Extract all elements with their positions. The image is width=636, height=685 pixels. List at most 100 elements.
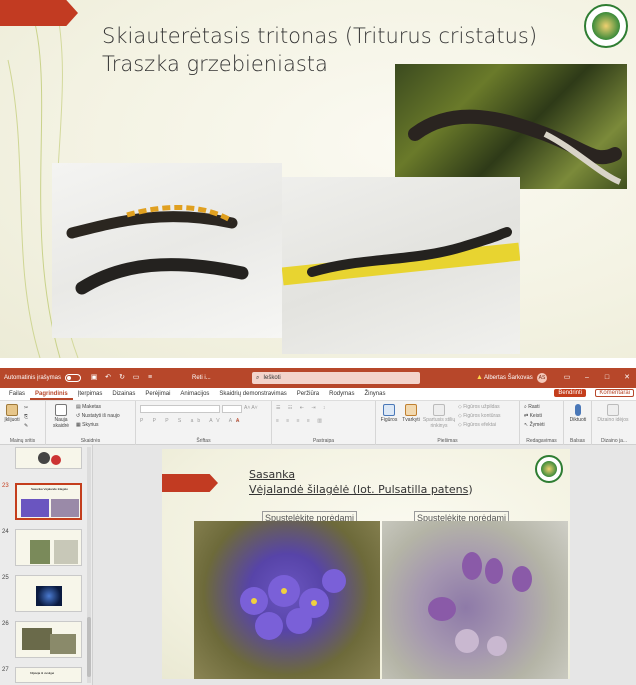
font-color-icon[interactable]: A	[236, 418, 239, 425]
ribbon-tabs: Failas Pagrindinis Įterpimas Dizainas Pe…	[0, 388, 636, 401]
ribbon-display-icon[interactable]: ▭	[560, 368, 574, 388]
user-name[interactable]: Albertas Šarkovas	[484, 368, 533, 388]
group-clipboard: Įklijuoti ✂ ⎘ ✎ Mainų sritis	[0, 401, 46, 445]
title-arrow-marker	[0, 0, 78, 26]
group-font: A˄ A˅ P P P S ab AV Aa A Šriftas	[136, 401, 272, 445]
group-label-slides: Skaidrės	[80, 438, 101, 444]
slide-thumbnail-22[interactable]	[15, 447, 82, 469]
autosave-label: Automatinis įrašymas	[4, 375, 62, 381]
slide-title-line2: Vėjalandė šilagėlė (lot.	[249, 483, 379, 496]
close-icon[interactable]: ✕	[620, 368, 634, 388]
slide-thumbnail-27[interactable]: Klijavija iš uviulgei	[15, 667, 82, 683]
group-label-designer: Dizaino ja...	[600, 438, 628, 444]
group-slides: Nauja skaidrė ▤ Maketas ↺ Nustatyti iš n…	[46, 401, 136, 445]
slide-thumbnail-26[interactable]	[15, 621, 82, 658]
slide-title-paren: )	[468, 483, 473, 496]
photo-pasque-flowers-left[interactable]	[194, 521, 380, 679]
customize-toolbar-icon[interactable]: ≡	[146, 374, 154, 382]
tab-file[interactable]: Failas	[4, 388, 30, 400]
tab-animations[interactable]: Animacijos	[175, 388, 214, 400]
slide-number: 26	[2, 621, 9, 627]
section-button[interactable]: ▦ Skyrius	[76, 422, 99, 429]
designer-button[interactable]: Dizaino idėjos	[596, 404, 630, 423]
document-name: Reti i...	[192, 375, 211, 381]
comments-button[interactable]: Komentarai	[595, 389, 634, 397]
slide-title-latin-name: Pulsatilla patens	[378, 483, 469, 496]
replace-button[interactable]: ⇄ Keisti	[524, 413, 542, 420]
tab-design[interactable]: Dizainas	[107, 388, 140, 400]
slide-number: 25	[2, 575, 9, 581]
paste-button[interactable]: Įklijuoti	[2, 404, 22, 423]
slide-thumbnail-24[interactable]	[15, 529, 82, 566]
search-placeholder: Ieškoti	[263, 375, 281, 381]
shapes-button[interactable]: Figūros	[378, 404, 400, 423]
save-icon[interactable]: ▣	[90, 374, 98, 382]
shape-effects-label: Figūros efektai	[463, 422, 497, 428]
search-input[interactable]: ⌕ Ieškoti	[252, 372, 420, 384]
reset-button[interactable]: ↺ Nustatyti iš naujo	[76, 413, 120, 420]
font-name-select[interactable]	[140, 405, 220, 413]
paste-icon	[6, 404, 18, 416]
slide-thumbnails-pane: 23 Sasanka Vėjalandė šilagėlė 24 25 26 2…	[0, 445, 93, 685]
font-style-buttons[interactable]: P P P S ab AV Aa	[140, 418, 243, 425]
shapes-label: Figūros	[380, 417, 398, 423]
maximize-icon[interactable]: □	[600, 368, 614, 388]
quick-styles-icon	[433, 404, 445, 416]
ribbon: Įklijuoti ✂ ⎘ ✎ Mainų sritis Nauja skaid…	[0, 401, 636, 445]
thumbnails-scrollbar[interactable]	[87, 447, 91, 683]
select-button[interactable]: ↖ Žymėti	[524, 422, 545, 429]
minimize-icon[interactable]: –	[580, 368, 594, 388]
photo-pasque-flowers-right[interactable]	[382, 521, 568, 679]
section-label: Skyrius	[82, 422, 99, 428]
tab-transitions[interactable]: Perėjimai	[140, 388, 175, 400]
shape-effects-button[interactable]: ◇ Figūros efektai	[458, 422, 496, 429]
font-size-select[interactable]	[222, 405, 242, 413]
cut-icon[interactable]: ✂	[24, 405, 28, 412]
tab-review[interactable]: Peržiūra	[292, 388, 324, 400]
increase-font-icon[interactable]: A˄ A˅	[244, 405, 258, 412]
group-label-font: Šriftas	[196, 438, 211, 444]
replace-label: Keisti	[529, 413, 542, 419]
warning-icon: ▲	[476, 374, 483, 381]
layout-button[interactable]: ▤ Maketas	[76, 404, 101, 411]
align-buttons[interactable]: ≡ ≡ ≡ ≡ ▥	[276, 418, 325, 425]
slide-title[interactable]: Sasanka Vėjalandė šilagėlė (lot. Pulsati…	[249, 467, 473, 497]
share-button[interactable]: Bendrinti	[554, 389, 586, 397]
undo-icon[interactable]: ↶	[104, 374, 112, 382]
powerpoint-window: Automatinis įrašymas ▣ ↶ ↻ ▭ ≡ Reti i...…	[0, 368, 636, 685]
format-painter-icon[interactable]: ✎	[24, 423, 28, 430]
tab-slideshow[interactable]: Skaidrių demonstravimas	[214, 388, 291, 400]
photo-newt-in-pond	[395, 64, 627, 189]
dictate-label: Diktuoti	[569, 417, 587, 423]
quick-styles-button[interactable]: Spartusis stilių rinkinys	[422, 404, 456, 429]
redo-icon[interactable]: ↻	[118, 374, 126, 382]
avatar[interactable]: AS	[537, 373, 547, 383]
present-icon[interactable]: ▭	[132, 374, 140, 382]
arrange-button[interactable]: Tvarkyti	[400, 404, 422, 423]
layout-label: Maketas	[82, 404, 102, 410]
tab-view[interactable]: Rodymas	[324, 388, 359, 400]
dictate-button[interactable]: Diktuoti	[566, 404, 590, 423]
new-slide-icon	[55, 404, 67, 416]
copy-icon[interactable]: ⎘	[24, 414, 28, 421]
shape-outline-button[interactable]: ◇ Figūros kontūras	[458, 413, 500, 420]
autosave-toggle[interactable]	[65, 374, 82, 382]
logo-emblem-icon	[584, 4, 628, 48]
find-label: Rasti	[528, 404, 540, 410]
find-button[interactable]: ⌕ Rasti	[524, 404, 540, 411]
slide-thumbnail-23[interactable]: Sasanka Vėjalandė šilagėlė	[15, 483, 82, 520]
group-voice: Diktuoti Balsas	[564, 401, 592, 445]
paste-label: Įklijuoti	[4, 417, 20, 423]
title-bar: Automatinis įrašymas ▣ ↶ ↻ ▭ ≡ Reti i...…	[0, 368, 636, 388]
title-arrow-marker	[162, 474, 218, 492]
tab-insert[interactable]: Įterpimas	[73, 388, 108, 400]
slide-thumbnail-25[interactable]	[15, 575, 82, 612]
tab-home[interactable]: Pagrindinis	[30, 388, 73, 400]
group-drawing: Figūros Tvarkyti Spartusis stilių rinkin…	[376, 401, 520, 445]
list-buttons[interactable]: ☰ ☷ ⇤ ⇥ ↕	[276, 405, 328, 412]
shape-fill-button[interactable]: ◇ Figūros užpildas	[458, 404, 500, 411]
new-slide-button[interactable]: Nauja skaidrė	[49, 404, 73, 429]
arrange-label: Tvarkyti	[402, 417, 420, 423]
tab-help[interactable]: Žinynas	[359, 388, 390, 400]
slide-canvas[interactable]: Sasanka Vėjalandė šilagėlė (lot. Pulsati…	[162, 449, 570, 679]
